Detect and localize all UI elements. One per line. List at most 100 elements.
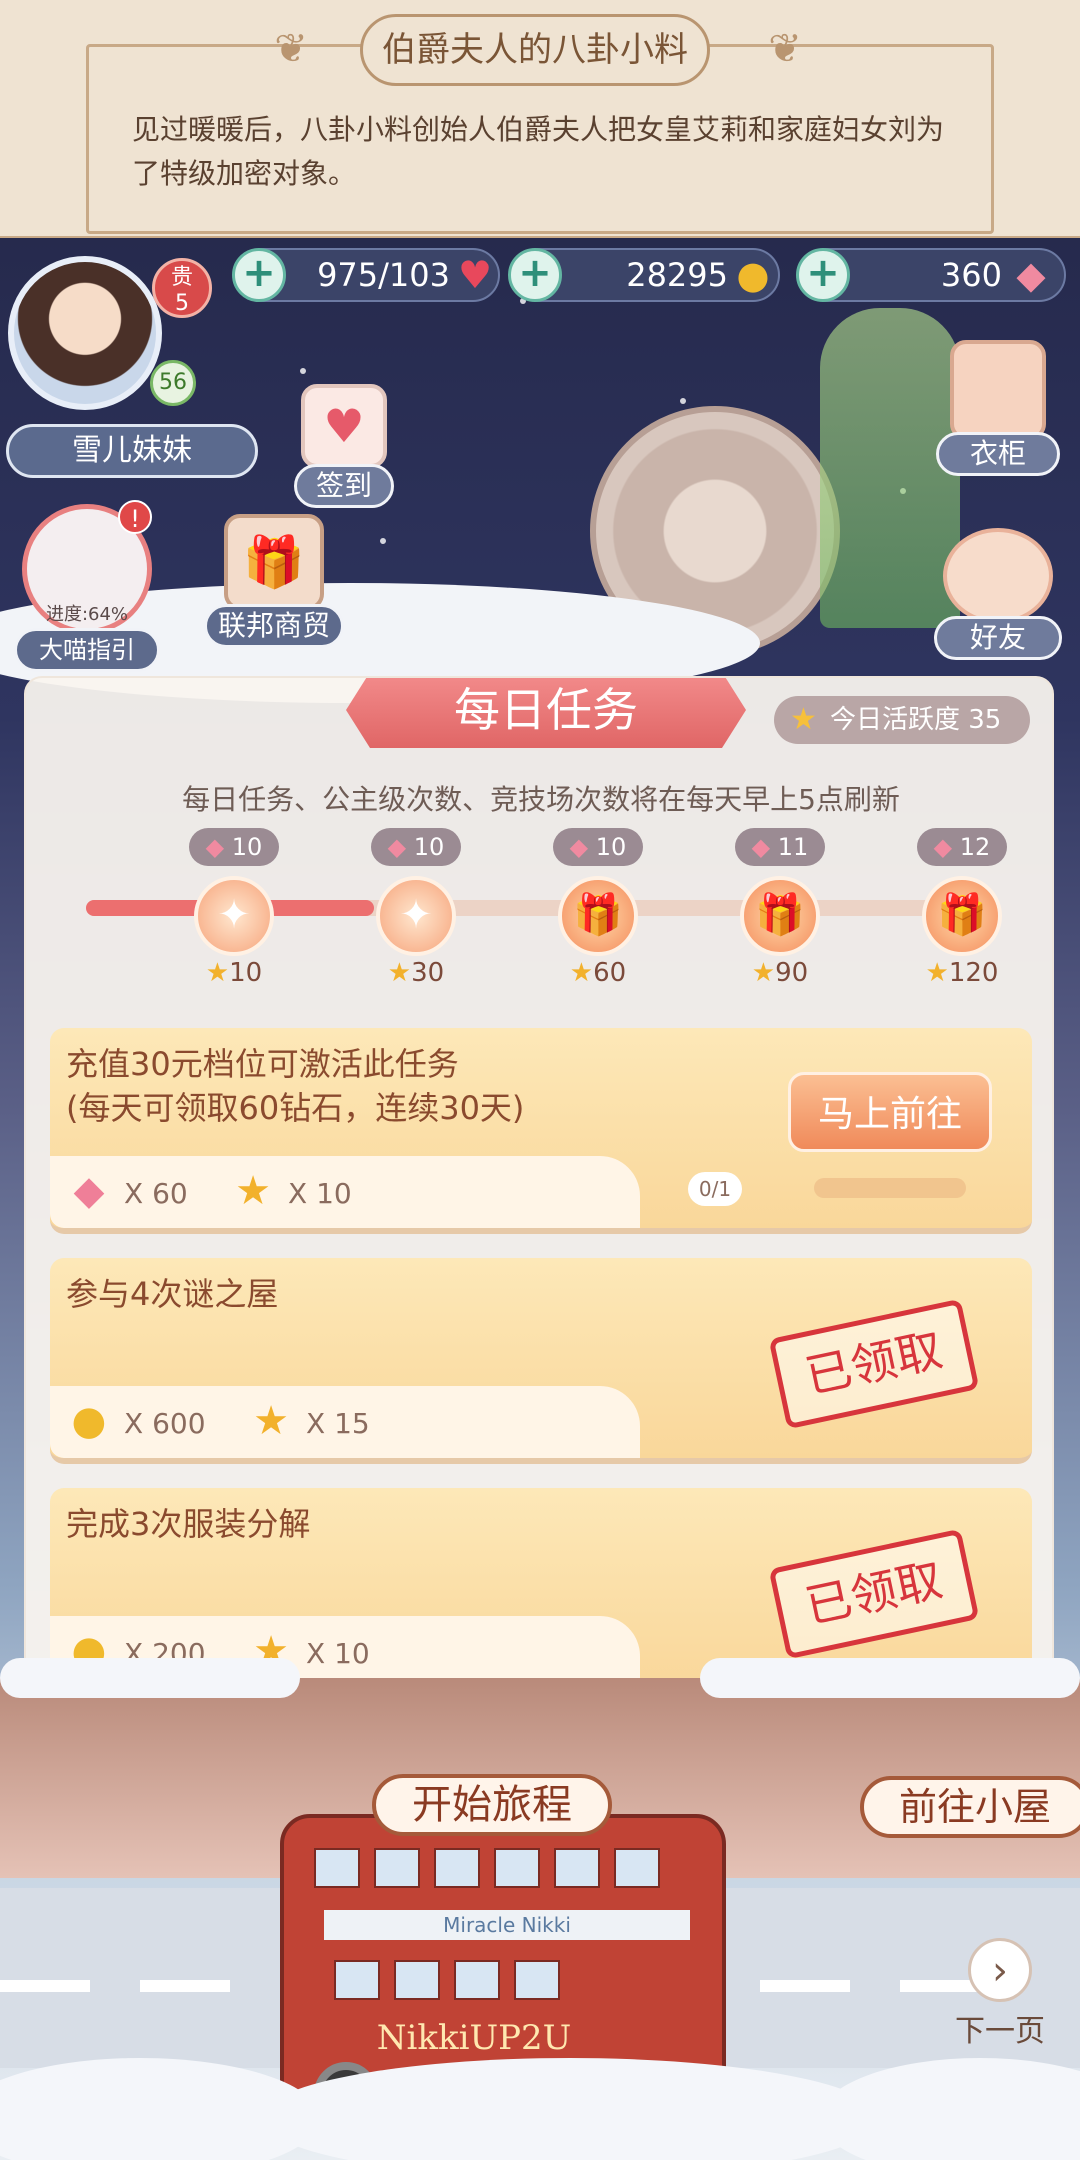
guide-button[interactable]: 进度:64% 大喵指引 !	[14, 500, 160, 672]
task-title: 参与4次谜之屋	[66, 1275, 279, 1313]
star-icon: ★	[253, 1398, 289, 1444]
friends-label: 好友	[934, 616, 1062, 660]
gift-icon: 🎁	[740, 876, 820, 956]
diamond-icon: ◆	[205, 833, 232, 861]
friends-button[interactable]: 好友	[934, 528, 1062, 660]
wardrobe-label: 衣柜	[936, 432, 1060, 476]
friends-icon	[943, 528, 1053, 624]
task-title: 完成3次服装分解	[66, 1505, 311, 1543]
stamina-add-button[interactable]: +	[232, 248, 286, 302]
star-dot	[300, 368, 306, 374]
checkin-label: 签到	[294, 464, 394, 508]
ornament-right-icon: ❦	[768, 26, 802, 72]
story-title: 伯爵夫人的八卦小料	[360, 14, 710, 86]
next-page-label: 下一页	[955, 2014, 1045, 2049]
road-dash	[0, 1980, 90, 1992]
claimed-stamp: 已领取	[768, 1298, 980, 1430]
bus-window	[434, 1848, 480, 1888]
milestone-reward: ◆ 10	[553, 828, 643, 866]
activity-badge: ★ 今日活跃度 35	[774, 696, 1030, 744]
bus-window	[394, 1960, 440, 2000]
task-title: 充值30元档位可激活此任务 (每天可领取60钻石，连续30天)	[66, 1042, 524, 1130]
reward-gold-count: X 600	[124, 1407, 206, 1440]
refresh-notice: 每日任务、公主级次数、竞技场次数将在每天早上5点刷新	[182, 783, 900, 816]
milestone-reward-value: 11	[777, 833, 809, 861]
guide-label: 大喵指引	[14, 628, 160, 672]
diamond-value: 360	[940, 256, 1002, 294]
star-dot	[680, 398, 686, 404]
daily-task-panel: 每日任务 ★ 今日活跃度 35 每日任务、公主级次数、竞技场次数将在每天早上5点…	[24, 676, 1054, 1704]
trade-label: 联邦商贸	[204, 604, 344, 648]
gift-box-icon: 🎁	[224, 514, 324, 610]
wardrobe-button[interactable]: 衣柜	[936, 340, 1060, 476]
road-dash	[760, 1980, 850, 1992]
task-card: 参与4次谜之屋 ● X 600 ★ X 15 已领取	[50, 1258, 1032, 1464]
reward-diamond-count: X 60	[124, 1177, 188, 1210]
gift-icon: 🎁	[922, 876, 1002, 956]
milestone-reward: ◆ 10	[189, 828, 279, 866]
bus-window	[454, 1960, 500, 2000]
star-dot	[380, 538, 386, 544]
activity-text: 今日活跃度 35	[830, 705, 1002, 735]
diamond-icon: ◆	[933, 833, 960, 861]
calendar-heart-icon: ♥	[301, 384, 387, 468]
gold-value: 28295	[626, 256, 728, 294]
task-progress-text: 0/1	[688, 1172, 742, 1206]
milestone-reward-value: 10	[595, 833, 627, 861]
diamond-icon: ◆	[751, 833, 778, 861]
bus-banner: Miracle Nikki	[324, 1910, 690, 1940]
milestone-reward-value: 12	[959, 833, 991, 861]
diamond-icon: ◆	[73, 1168, 105, 1214]
bus-window	[554, 1848, 600, 1888]
player-name[interactable]: 雪儿妹妹	[6, 424, 258, 478]
coin-icon: ●	[71, 1398, 107, 1444]
task-list[interactable]: 充值30元档位可激活此任务 (每天可领取60钻石，连续30天) ◆ X 60 ★…	[40, 950, 1042, 1702]
story-banner: ❦ ❦ 伯爵夫人的八卦小料 见过暖暖后，八卦小料创始人伯爵夫人把女皇艾莉和家庭妇…	[0, 0, 1080, 238]
ornament-left-icon: ❦	[274, 26, 308, 72]
stamina-value: 975/103	[317, 256, 450, 294]
task-progress-bar	[814, 1178, 966, 1198]
player-avatar[interactable]	[8, 256, 162, 410]
bus-logo: NikkiUP2U	[376, 2018, 572, 2058]
wardrobe-icon	[950, 340, 1046, 440]
level-badge: 56	[150, 360, 196, 406]
bus-window	[494, 1848, 540, 1888]
bus-window	[334, 1960, 380, 2000]
start-journey-button[interactable]: 开始旅程	[372, 1774, 612, 1836]
checkin-button[interactable]: ♥ 签到	[294, 384, 394, 508]
star-icon: ★	[790, 702, 817, 737]
bus-window	[614, 1848, 660, 1888]
milestone-reward: ◆ 12	[917, 828, 1007, 866]
chevron-right-icon: ›	[968, 1938, 1032, 2002]
road-dash	[140, 1980, 230, 1992]
reward-star-count: X 10	[288, 1177, 352, 1210]
milestone-reward-value: 10	[413, 833, 445, 861]
gold-add-button[interactable]: +	[508, 248, 562, 302]
guide-progress: 进度:64%	[45, 604, 129, 625]
gift-icon: 🎁	[558, 876, 638, 956]
diamond-icon: ◆	[569, 833, 596, 861]
gift-open-icon: ✦	[376, 876, 456, 956]
snowy-roof	[700, 1658, 1080, 1698]
milestone-reward: ◆ 10	[371, 828, 461, 866]
task-title-line: (每天可领取60钻石，连续30天)	[66, 1089, 525, 1127]
diamond-icon: ◆	[1016, 253, 1046, 297]
milestone-reward-value: 10	[231, 833, 263, 861]
heart-icon: ♥	[457, 253, 493, 297]
task-card: 充值30元档位可激活此任务 (每天可领取60钻石，连续30天) ◆ X 60 ★…	[50, 1028, 1032, 1234]
diamond-add-button[interactable]: +	[796, 248, 850, 302]
claimed-stamp: 已领取	[768, 1528, 980, 1660]
reward-star-count: X 15	[306, 1407, 370, 1440]
rank-value: 5	[175, 291, 189, 316]
rank-badge[interactable]: 贵 5	[152, 258, 212, 318]
next-page-button[interactable]: › 下一页	[940, 1938, 1060, 2050]
diamond-icon: ◆	[387, 833, 414, 861]
panel-title: 每日任务	[346, 678, 746, 748]
go-house-button[interactable]: 前往小屋	[860, 1776, 1080, 1838]
gift-open-icon: ✦	[194, 876, 274, 956]
alert-icon: !	[118, 500, 152, 534]
go-now-button[interactable]: 马上前往	[788, 1072, 992, 1152]
bus-window	[314, 1848, 360, 1888]
trade-button[interactable]: 🎁 联邦商贸	[204, 514, 344, 648]
bus-window	[374, 1848, 420, 1888]
